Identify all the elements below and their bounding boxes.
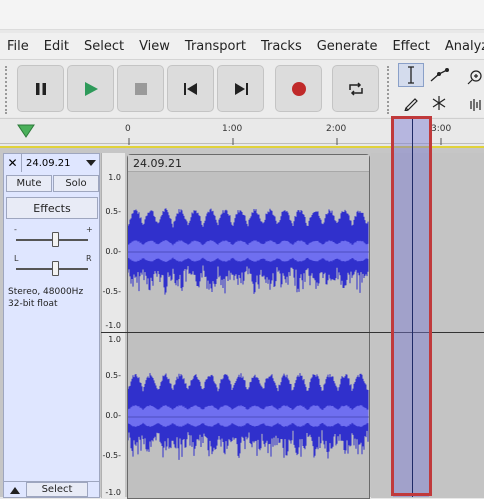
skip-to-start-button[interactable] bbox=[167, 65, 214, 112]
pan-slider[interactable]: L R bbox=[12, 254, 92, 280]
draw-tool-button[interactable] bbox=[398, 91, 424, 115]
vertical-amplitude-ruler: 1.0 0.5- 0.0- -0.5- -1.0 1.0 0.5- 0.0- -… bbox=[101, 153, 125, 498]
play-head-icon bbox=[17, 124, 35, 138]
toolbar-grip[interactable] bbox=[5, 66, 13, 114]
loop-button[interactable] bbox=[332, 65, 379, 112]
gain-thumb[interactable] bbox=[52, 232, 59, 247]
track-rate-text: Stereo, 48000Hz bbox=[8, 287, 84, 297]
record-button[interactable] bbox=[275, 65, 322, 112]
track-bitdepth-text: 32-bit float bbox=[8, 299, 58, 309]
menu-view[interactable]: View bbox=[139, 39, 170, 54]
ruler-label-2: 2:00 bbox=[326, 124, 347, 134]
pencil-icon bbox=[404, 98, 418, 111]
track-control-panel: ✕ 24.09.21 Mute Solo Effects - + L R Ste… bbox=[3, 153, 100, 498]
menu-transport[interactable]: Transport bbox=[185, 39, 246, 54]
gain-plus-label: + bbox=[86, 225, 93, 234]
vruler-top-0: 0.0- bbox=[105, 247, 121, 256]
close-track-button[interactable]: ✕ bbox=[4, 154, 22, 172]
audio-clip[interactable]: 24.09.21 bbox=[127, 154, 370, 499]
vruler-bottom-neg-1: -1.0 bbox=[105, 488, 121, 497]
ruler-label-1: 1:00 bbox=[222, 124, 243, 134]
skip-to-end-button[interactable] bbox=[217, 65, 264, 112]
menu-file[interactable]: File bbox=[7, 39, 29, 54]
select-track-button[interactable]: Select bbox=[26, 482, 88, 497]
vruler-top-neg-0-5: -0.5- bbox=[102, 287, 122, 296]
menu-analyze[interactable]: Analyze bbox=[445, 39, 484, 54]
skip-to-start-icon bbox=[183, 82, 197, 95]
highlight-box bbox=[391, 116, 432, 496]
pan-right-label: R bbox=[86, 254, 92, 263]
track-format-info: Stereo, 48000Hz 32-bit float bbox=[8, 286, 83, 310]
vruler-top-1: 1.0 bbox=[108, 173, 121, 182]
play-button[interactable] bbox=[67, 65, 114, 112]
gain-minus-label: - bbox=[14, 225, 17, 234]
asterisk-icon bbox=[432, 96, 446, 110]
menu-bar: File Edit Select View Transport Tracks G… bbox=[0, 33, 484, 59]
vruler-bottom-0: 0.0- bbox=[105, 411, 121, 420]
clip-title[interactable]: 24.09.21 bbox=[128, 155, 369, 172]
envelope-icon bbox=[430, 68, 449, 82]
waveform bbox=[128, 208, 369, 460]
menu-select[interactable]: Select bbox=[84, 39, 124, 54]
track-name-menu[interactable]: 24.09.21 bbox=[22, 158, 83, 169]
pause-button[interactable] bbox=[17, 65, 64, 112]
vruler-bottom-1: 1.0 bbox=[108, 335, 121, 344]
zoom-in-button[interactable] bbox=[466, 65, 484, 89]
mute-button[interactable]: Mute bbox=[6, 175, 52, 192]
vruler-top-0-5: 0.5- bbox=[105, 207, 121, 216]
stop-icon bbox=[134, 82, 147, 95]
menu-generate[interactable]: Generate bbox=[317, 39, 378, 54]
transport-toolbar bbox=[0, 59, 484, 117]
envelope-tool-button[interactable] bbox=[426, 63, 452, 87]
tools-toolbar bbox=[393, 63, 457, 117]
menu-effect[interactable]: Effect bbox=[392, 39, 429, 54]
pan-left-label: L bbox=[14, 254, 19, 263]
skip-to-end-icon bbox=[234, 82, 248, 95]
vruler-top-neg-1: -1.0 bbox=[105, 321, 121, 330]
ruler-label-0: 0 bbox=[125, 124, 131, 134]
vruler-bottom-neg-0-5: -0.5- bbox=[102, 451, 122, 460]
record-icon bbox=[291, 81, 306, 96]
select-row: Select bbox=[4, 481, 99, 497]
chevron-down-icon bbox=[86, 159, 96, 166]
close-icon: ✕ bbox=[7, 156, 18, 170]
menu-tracks[interactable]: Tracks bbox=[261, 39, 302, 54]
zoom-toggle-button[interactable] bbox=[466, 93, 484, 117]
solo-button[interactable]: Solo bbox=[53, 175, 99, 192]
pan-thumb[interactable] bbox=[52, 261, 59, 276]
play-icon bbox=[84, 81, 98, 96]
collapse-triangle-icon[interactable] bbox=[10, 486, 20, 494]
vruler-bottom-0-5: 0.5- bbox=[105, 371, 121, 380]
track-menu-button[interactable] bbox=[83, 159, 99, 167]
stop-button[interactable] bbox=[117, 65, 164, 112]
title-strip bbox=[0, 0, 484, 30]
loop-icon bbox=[348, 81, 363, 96]
i-beam-icon bbox=[408, 66, 414, 84]
effects-button[interactable]: Effects bbox=[6, 197, 98, 219]
gain-slider[interactable]: - + bbox=[12, 225, 93, 251]
pause-icon bbox=[35, 82, 46, 95]
selection-tool-button[interactable] bbox=[398, 63, 424, 87]
ruler-label-3: 3:00 bbox=[431, 124, 452, 134]
zoom-toggle-icon bbox=[470, 99, 481, 111]
track-header: ✕ 24.09.21 bbox=[4, 154, 99, 172]
multi-tool-button[interactable] bbox=[426, 91, 452, 115]
zoom-in-icon bbox=[467, 70, 482, 85]
menu-edit[interactable]: Edit bbox=[44, 39, 69, 54]
